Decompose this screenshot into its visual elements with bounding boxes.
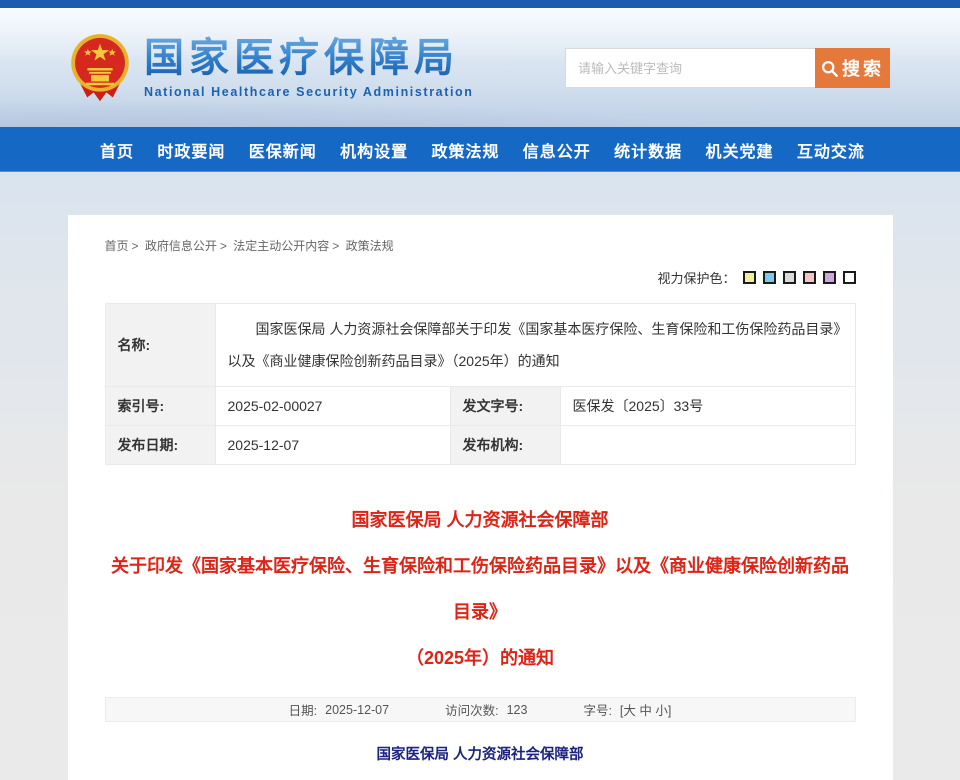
article-title-line2: 关于印发《国家基本医疗保险、生育保险和工伤保险药品目录》以及《商业健康保险创新药… (105, 543, 856, 635)
publisher-value (560, 426, 855, 465)
table-row: 索引号: 2025-02-00027 发文字号: 医保发〔2025〕33号 (105, 387, 855, 426)
article-title: 国家医保局 人力资源社会保障部 关于印发《国家基本医疗保险、生育保险和工伤保险药… (105, 497, 856, 681)
nav-item-interaction[interactable]: 互动交流 (797, 138, 865, 162)
breadcrumb-separator: > (332, 239, 339, 253)
breadcrumb-policies[interactable]: 政策法规 (346, 239, 394, 253)
article-title-line3: （2025年）的通知 (105, 635, 856, 681)
breadcrumb-separator: > (132, 239, 139, 253)
site-subtitle-en: National Healthcare Security Administrat… (144, 85, 474, 99)
eye-protect-swatch-blue[interactable] (763, 271, 776, 284)
publisher-label: 发布机构: (450, 426, 560, 465)
meta-visits-label: 访问次数: (445, 700, 498, 719)
breadcrumb-separator: > (220, 239, 227, 253)
document-info-table: 名称: 国家医保局 人力资源社会保障部关于印发《国家基本医疗保险、生育保险和工伤… (105, 303, 856, 465)
index-number-label: 索引号: (105, 387, 215, 426)
brand[interactable]: 国家医疗保障局 National Healthcare Security Adm… (68, 32, 474, 104)
article-meta-bar: 日期: 2025-12-07 访问次数: 123 字号: [大 中 小] (105, 697, 856, 722)
search-icon (821, 60, 838, 77)
breadcrumb-home[interactable]: 首页 (105, 239, 129, 253)
table-row: 发布日期: 2025-12-07 发布机构: (105, 426, 855, 465)
meta-visits-value: 123 (507, 703, 528, 717)
search-input[interactable] (565, 48, 815, 88)
site-header: 国家医疗保障局 National Healthcare Security Adm… (0, 8, 960, 127)
eye-protect-swatch-gray[interactable] (783, 271, 796, 284)
nav-item-info-disclosure[interactable]: 信息公开 (523, 138, 591, 162)
doc-number-label: 发文字号: (450, 387, 560, 426)
search-button-label: 搜索 (842, 55, 884, 81)
nav-item-policies[interactable]: 政策法规 (431, 138, 499, 162)
index-number-value: 2025-02-00027 (215, 387, 450, 426)
meta-date-label: 日期: (289, 700, 317, 719)
meta-date-value: 2025-12-07 (325, 703, 389, 717)
eye-protect-swatch-yellow[interactable] (743, 271, 756, 284)
nav-item-politics-news[interactable]: 时政要闻 (157, 138, 225, 162)
nav-item-party-building[interactable]: 机关党建 (706, 138, 774, 162)
top-strip (0, 0, 960, 8)
nav-item-statistics[interactable]: 统计数据 (614, 138, 682, 162)
table-row: 名称: 国家医保局 人力资源社会保障部关于印发《国家基本医疗保险、生育保险和工伤… (105, 304, 855, 387)
breadcrumb-gov-info[interactable]: 政府信息公开 (145, 239, 217, 253)
eye-protect-swatch-pink[interactable] (803, 271, 816, 284)
publish-date-label: 发布日期: (105, 426, 215, 465)
publish-date-value: 2025-12-07 (215, 426, 450, 465)
doc-number-value: 医保发〔2025〕33号 (560, 387, 855, 426)
name-label: 名称: (105, 304, 215, 387)
site-title: 国家医疗保障局 (144, 36, 474, 80)
meta-font-label: 字号: (583, 700, 611, 719)
nav-item-home[interactable]: 首页 (100, 138, 134, 162)
document-heading-line1: 国家医保局 人力资源社会保障部 (105, 748, 856, 764)
article-title-line1: 国家医保局 人力资源社会保障部 (105, 497, 856, 543)
search-button[interactable]: 搜索 (815, 48, 890, 88)
national-emblem-icon (68, 32, 132, 104)
content-card: 首页> 政府信息公开> 法定主动公开内容> 政策法规 视力保护色： 名称: 国家… (68, 215, 893, 780)
eye-protect-label: 视力保护色： (657, 268, 735, 287)
eye-protect-row: 视力保护色： (105, 268, 856, 287)
name-value: 国家医保局 人力资源社会保障部关于印发《国家基本医疗保险、生育保险和工伤保险药品… (215, 304, 855, 387)
main-nav: 首页 时政要闻 医保新闻 机构设置 政策法规 信息公开 统计数据 机关党建 互动… (0, 127, 960, 172)
brand-text: 国家医疗保障局 National Healthcare Security Adm… (144, 36, 474, 99)
nav-item-medical-news[interactable]: 医保新闻 (249, 138, 317, 162)
font-size-selector[interactable]: [大 中 小] (620, 700, 671, 719)
eye-protect-swatch-white[interactable] (843, 271, 856, 284)
search-area: 搜索 (565, 48, 890, 88)
nav-item-organization[interactable]: 机构设置 (340, 138, 408, 162)
breadcrumb-statutory-disclosure[interactable]: 法定主动公开内容 (233, 239, 329, 253)
breadcrumb: 首页> 政府信息公开> 法定主动公开内容> 政策法规 (105, 231, 856, 256)
document-heading: 国家医保局 人力资源社会保障部 关于印发《国家基本医疗保险、生育保险和工伤保险药… (105, 748, 856, 780)
eye-protect-swatch-purple[interactable] (823, 271, 836, 284)
